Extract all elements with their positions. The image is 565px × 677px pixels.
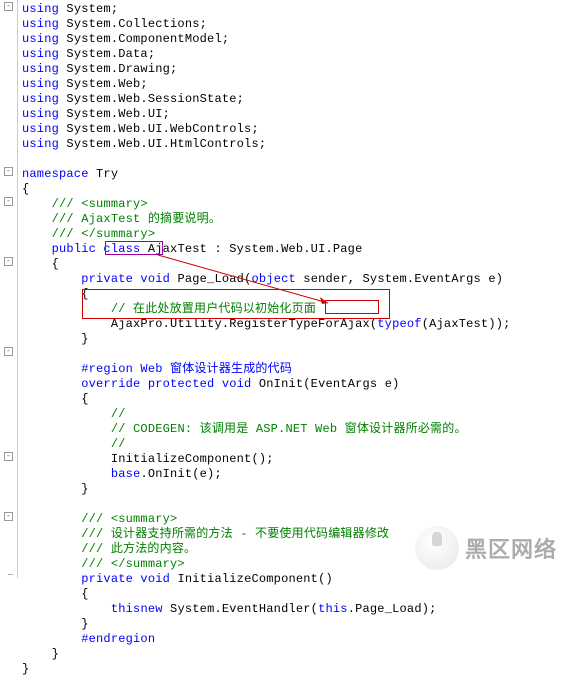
fold-pageload[interactable]: - — [4, 257, 13, 266]
fold-summary2[interactable]: - — [4, 452, 13, 461]
method-initcomponent: InitializeComponent — [177, 572, 318, 586]
keyword-class: public class — [52, 242, 141, 256]
typeof-close: )); — [488, 317, 510, 331]
typeof-target: AjaxTest — [429, 317, 488, 331]
xml-summary-open: /// <summary> — [52, 197, 148, 211]
fold-namespace[interactable]: - — [4, 167, 13, 176]
comment-codegen: // CODEGEN: 该调用是 ASP.NET Web 窗体设计器所必需的。 — [111, 422, 467, 436]
fold-usings[interactable]: - — [4, 2, 13, 11]
class-name: AjaxTest — [148, 242, 207, 256]
eventhandler: System.EventHandler( — [163, 602, 318, 616]
kw-this2: this — [318, 602, 348, 616]
fold-gutter: - - - - - - - — [0, 0, 18, 578]
xml-summary-close: /// </summary> — [52, 227, 156, 241]
method-oninit: OnInit — [259, 377, 303, 391]
code-area[interactable]: using System; using System.Collections; … — [22, 2, 511, 677]
region-start: #region Web 窗体设计器生成的代码 — [81, 362, 292, 376]
typeof-open: ( — [422, 317, 429, 331]
ajax-register-call: AjaxPro.Utility.RegisterTypeForAjax( — [111, 317, 377, 331]
keyword-namespace: namespace — [22, 167, 89, 181]
xml-summary2-l1: /// 设计器支持所需的方法 - 不要使用代码编辑器修改 — [81, 527, 389, 541]
fold-summary1[interactable]: - — [4, 197, 13, 206]
pageload-ref: .Page_Load); — [348, 602, 437, 616]
xml-summary-body: /// AjaxTest 的摘要说明。 — [52, 212, 221, 226]
fold-initcomp[interactable]: - — [4, 512, 13, 521]
xml-summary2-l2: /// 此方法的内容。 — [81, 542, 196, 556]
kw-private-void: private void — [81, 272, 170, 286]
xml-summary2-open: /// <summary> — [81, 512, 177, 526]
kw-object: object — [251, 272, 295, 286]
base-oninit: .OnInit(e); — [140, 467, 221, 481]
call-initcomponent: InitializeComponent(); — [111, 452, 274, 466]
kw-base: base — [111, 467, 141, 481]
kw-this1: this — [111, 602, 141, 616]
region-end: #endregion — [81, 632, 155, 646]
method-pageload: Page_Load — [177, 272, 244, 286]
xml-summary2-close: /// </summary> — [81, 557, 185, 571]
oninit-args: (EventArgs e) — [303, 377, 399, 391]
fold-oninit[interactable]: - — [4, 347, 13, 356]
comment-blank1: // — [111, 407, 126, 421]
kw-typeof: typeof — [377, 317, 421, 331]
initcomp-args: () — [318, 572, 333, 586]
kw-private-void2: private void — [81, 572, 170, 586]
comment-init: // 在此处放置用户代码以初始化页面 — [111, 302, 316, 316]
kw-new: new — [140, 602, 162, 616]
kw-override: override protected void — [81, 377, 251, 391]
namespace-name: Try — [96, 167, 118, 181]
comment-blank2: // — [111, 437, 126, 451]
class-inherit: : System.Web.UI.Page — [207, 242, 362, 256]
fold-end-dash — [8, 574, 13, 575]
pageload-args: sender, System.EventArgs e) — [296, 272, 503, 286]
